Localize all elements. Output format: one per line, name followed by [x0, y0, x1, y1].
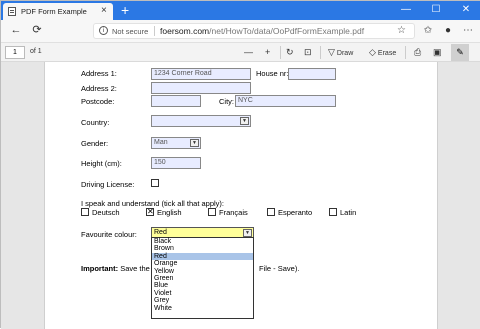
colour-option[interactable]: Orange: [152, 260, 253, 267]
colour-option[interactable]: Black: [152, 238, 253, 245]
erase-button[interactable]: ◇ Erase: [369, 45, 396, 60]
english-label: English: [157, 208, 182, 217]
more-menu-icon[interactable]: ⋯: [461, 23, 475, 38]
colour-option[interactable]: Grey: [152, 297, 253, 304]
driving-license-label: Driving License:: [81, 180, 135, 189]
colour-option[interactable]: Yellow: [152, 268, 253, 275]
draw-button[interactable]: ▽ Draw: [328, 45, 353, 60]
important-bold: Important:: [81, 264, 119, 273]
gender-value: Man: [154, 139, 168, 146]
deutsch-checkbox[interactable]: [81, 208, 89, 216]
toolbar-divider: [280, 46, 281, 59]
colour-option[interactable]: Blue: [152, 282, 253, 289]
colour-option[interactable]: Green: [152, 275, 253, 282]
deutsch-label: Deutsch: [92, 208, 120, 217]
toolbar-divider: [320, 46, 321, 59]
colour-option-selected[interactable]: Red: [152, 252, 253, 261]
esperanto-label: Esperanto: [278, 208, 313, 217]
address2-label: Address 2:: [81, 84, 117, 93]
address1-label: Address 1:: [81, 69, 117, 78]
colour-value: Red: [154, 229, 167, 236]
colour-option[interactable]: Violet: [152, 290, 253, 297]
house-nr-field[interactable]: [288, 68, 336, 80]
colour-option[interactable]: White: [152, 305, 253, 312]
favorites-icon[interactable]: ✩: [421, 23, 435, 38]
country-dropdown[interactable]: ▼: [151, 115, 251, 127]
postcode-label: Postcode:: [81, 97, 115, 106]
eraser-icon: ◇: [369, 47, 376, 57]
latin-label: Latin: [340, 208, 357, 217]
address-toolbar: ← ⟳ i Not secure foersom.com/net/HowTo/d…: [1, 20, 480, 42]
info-icon[interactable]: i: [99, 26, 108, 35]
esperanto-checkbox[interactable]: [267, 208, 275, 216]
zoom-out-icon[interactable]: —: [244, 45, 253, 60]
pdf-viewport: Address 1: 1234 Corner Road House nr: Ad…: [1, 62, 480, 329]
tab-pdf-form-example[interactable]: PDF Form Example ×: [3, 3, 113, 20]
maximize-icon[interactable]: ☐: [421, 1, 451, 20]
important-note: Important: Save the: [81, 264, 150, 273]
save-icon[interactable]: ▣: [433, 45, 442, 60]
height-label: Height (cm):: [81, 159, 122, 168]
chevron-down-icon[interactable]: ▼: [240, 117, 249, 125]
not-secure-label: Not secure: [112, 27, 149, 36]
url-text: foersom.com/net/HowTo/data/OoPdfFormExam…: [160, 26, 364, 36]
city-label: City:: [219, 97, 234, 106]
print-icon[interactable]: ⎙: [414, 45, 421, 60]
browser-window: PDF Form Example × + — ☐ ✕ ← ⟳ i Not sec…: [0, 0, 480, 329]
city-field[interactable]: NYC: [235, 95, 336, 107]
fit-page-icon[interactable]: ⊡: [304, 45, 312, 60]
address1-field[interactable]: 1234 Corner Road: [151, 68, 251, 80]
francais-label: Français: [219, 208, 248, 217]
close-window-icon[interactable]: ✕: [451, 1, 480, 20]
page-number-input[interactable]: 1: [5, 46, 25, 59]
address-bar[interactable]: i Not secure foersom.com/net/HowTo/data/…: [93, 23, 415, 39]
url-path: /net/HowTo/data/OoPdfFormExample.pdf: [209, 26, 365, 36]
chevron-down-icon[interactable]: ▼: [190, 139, 199, 147]
pin-toolbar-icon[interactable]: ✎: [451, 44, 469, 61]
erase-label: Erase: [377, 50, 397, 57]
minimize-icon[interactable]: —: [391, 1, 421, 20]
draw-icon: ▽: [328, 47, 335, 57]
english-checkbox[interactable]: ✕: [146, 208, 154, 216]
draw-label: Draw: [336, 50, 354, 57]
important-text-right: File - Save).: [259, 264, 300, 273]
tab-close-icon[interactable]: ×: [101, 5, 107, 17]
tab-title: PDF Form Example: [21, 7, 87, 16]
back-icon[interactable]: ←: [9, 23, 23, 38]
page-count: of 1: [30, 48, 42, 55]
colour-options-list[interactable]: Black Brown Red Orange Yellow Green Blue…: [151, 237, 254, 319]
new-tab-icon[interactable]: +: [121, 2, 129, 18]
colour-label: Favourite colour:: [81, 230, 137, 239]
refresh-icon[interactable]: ⟳: [30, 23, 44, 38]
toolbar-divider: [405, 46, 406, 59]
tab-bar: PDF Form Example × + — ☐ ✕: [1, 1, 480, 20]
height-field[interactable]: 150: [151, 157, 201, 169]
favorite-star-icon[interactable]: ☆: [397, 25, 406, 36]
address2-field[interactable]: [151, 82, 251, 94]
latin-checkbox[interactable]: [329, 208, 337, 216]
country-label: Country:: [81, 118, 110, 127]
house-nr-label: House nr:: [256, 69, 289, 78]
url-divider: [154, 26, 155, 36]
gender-label: Gender:: [81, 139, 109, 148]
zoom-in-icon[interactable]: +: [265, 45, 270, 60]
postcode-field[interactable]: [151, 95, 201, 107]
profile-icon[interactable]: ●: [441, 23, 455, 38]
url-host: foersom.com: [160, 26, 210, 36]
pdf-file-icon: [8, 7, 16, 16]
francais-checkbox[interactable]: [208, 208, 216, 216]
rotate-icon[interactable]: ↻: [286, 45, 294, 60]
important-text-left: Save the: [120, 264, 150, 273]
driving-license-checkbox[interactable]: [151, 179, 159, 187]
chevron-down-icon[interactable]: ▼: [243, 229, 252, 237]
colour-option[interactable]: Brown: [152, 245, 253, 252]
pdf-toolbar: 1 of 1 — + ↻ ⊡ ▽ Draw ◇ Erase ⎙ ▣ ✎: [1, 42, 480, 62]
gender-dropdown[interactable]: Man ▼: [151, 137, 201, 149]
pdf-page: Address 1: 1234 Corner Road House nr: Ad…: [44, 62, 438, 329]
